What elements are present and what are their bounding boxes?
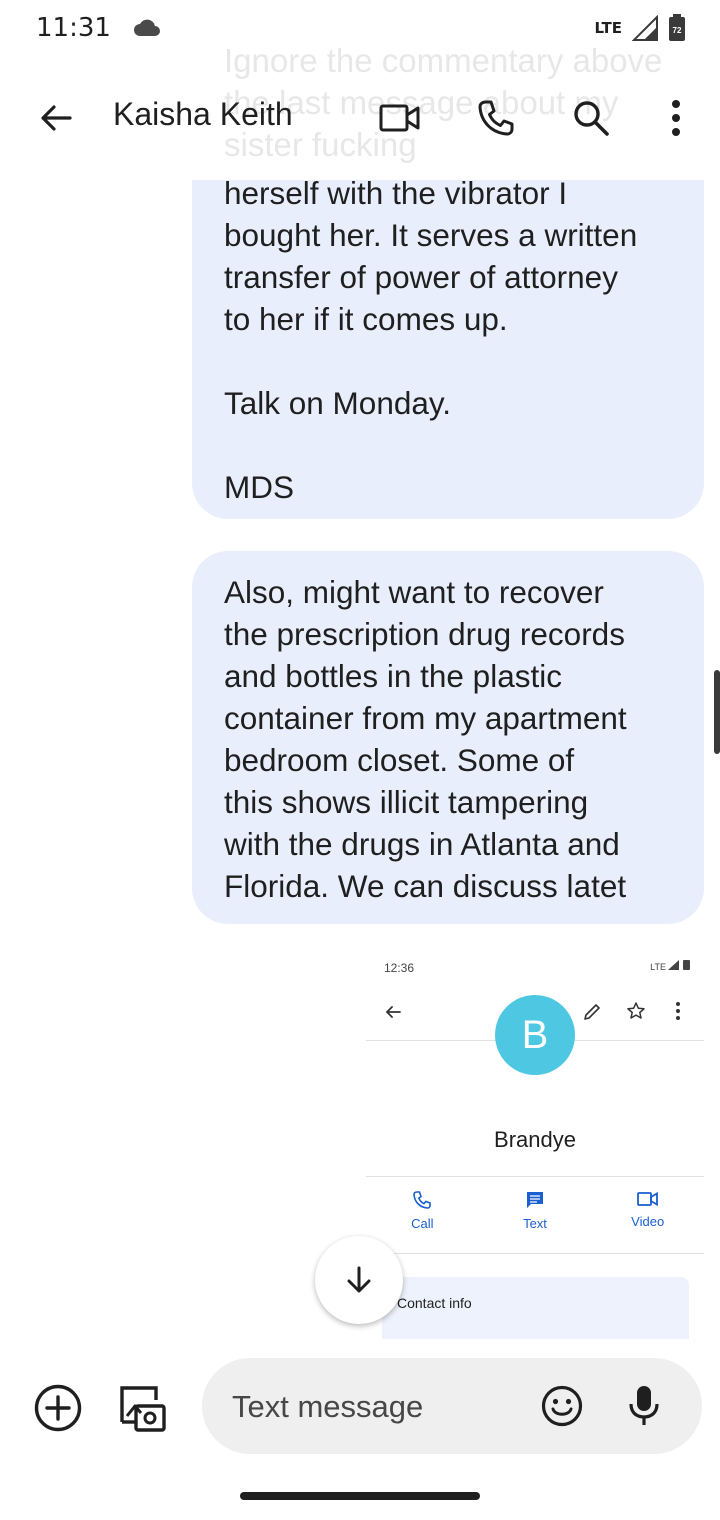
image-attachment[interactable]: 12:36 LTE B Brandye Call Text Video Cont… xyxy=(366,945,704,1345)
message-text: Also, might want to recover the prescrip… xyxy=(224,574,627,904)
contact-info-title: Contact info xyxy=(397,1295,472,1311)
more-vert-icon xyxy=(672,100,680,136)
gallery-camera-icon xyxy=(120,1386,166,1432)
signal-icon xyxy=(632,15,658,41)
scrollbar-thumb[interactable] xyxy=(714,670,720,754)
add-attachment-button[interactable] xyxy=(30,1380,86,1436)
cloud-icon xyxy=(133,19,160,36)
contact-call-action: Call xyxy=(366,1190,479,1250)
videocam-icon xyxy=(379,104,420,132)
app-bar: Kaisha Keith xyxy=(0,56,720,180)
message-bubble[interactable]: herself with the vibrator I bought her. … xyxy=(192,140,704,519)
videocam-icon xyxy=(636,1191,658,1207)
search-button[interactable] xyxy=(565,92,617,144)
scroll-to-bottom-button[interactable] xyxy=(315,1236,403,1324)
mic-icon xyxy=(629,1386,659,1425)
message-input-container xyxy=(202,1358,702,1454)
search-icon xyxy=(574,101,609,136)
more-options-button[interactable] xyxy=(650,92,702,144)
message-bubble[interactable]: Also, might want to recover the prescrip… xyxy=(192,551,704,924)
contact-name[interactable]: Kaisha Keith xyxy=(113,96,293,133)
add-circle-icon xyxy=(34,1384,82,1432)
emoji-button[interactable] xyxy=(534,1378,590,1434)
contact-text-action: Text xyxy=(479,1190,592,1250)
arrow-back-icon xyxy=(41,105,72,131)
phone-icon xyxy=(478,100,514,136)
battery-icon: 72 xyxy=(669,14,685,41)
network-type: LTE xyxy=(594,19,622,37)
divider xyxy=(366,1176,704,1177)
video-call-button[interactable] xyxy=(374,92,426,144)
battery-level: 72 xyxy=(673,26,682,35)
phone-call-button[interactable] xyxy=(470,92,522,144)
message-icon xyxy=(527,1192,543,1208)
emoji-icon xyxy=(541,1385,583,1427)
message-input[interactable] xyxy=(230,1382,514,1432)
gallery-button[interactable] xyxy=(114,1380,170,1436)
phone-icon xyxy=(413,1191,432,1209)
attachment-contact-name: Brandye xyxy=(494,1127,576,1152)
compose-bar xyxy=(0,1354,720,1464)
contact-actions: Call Text Video xyxy=(366,1190,704,1250)
contact-video-action: Video xyxy=(591,1190,704,1250)
video-label: Video xyxy=(631,1214,665,1229)
back-button[interactable] xyxy=(30,92,82,144)
message-text: herself with the vibrator I bought her. … xyxy=(224,175,638,505)
contact-info-card: Contact info xyxy=(382,1277,689,1339)
status-time: 11:31 xyxy=(36,13,111,43)
arrow-down-icon xyxy=(347,1266,371,1293)
voice-input-button[interactable] xyxy=(616,1378,672,1434)
divider xyxy=(366,1253,704,1254)
text-label: Text xyxy=(523,1216,547,1231)
status-bar: 11:31 LTE 72 xyxy=(0,0,720,56)
gesture-nav-handle[interactable] xyxy=(240,1492,480,1500)
call-label: Call xyxy=(411,1216,434,1231)
